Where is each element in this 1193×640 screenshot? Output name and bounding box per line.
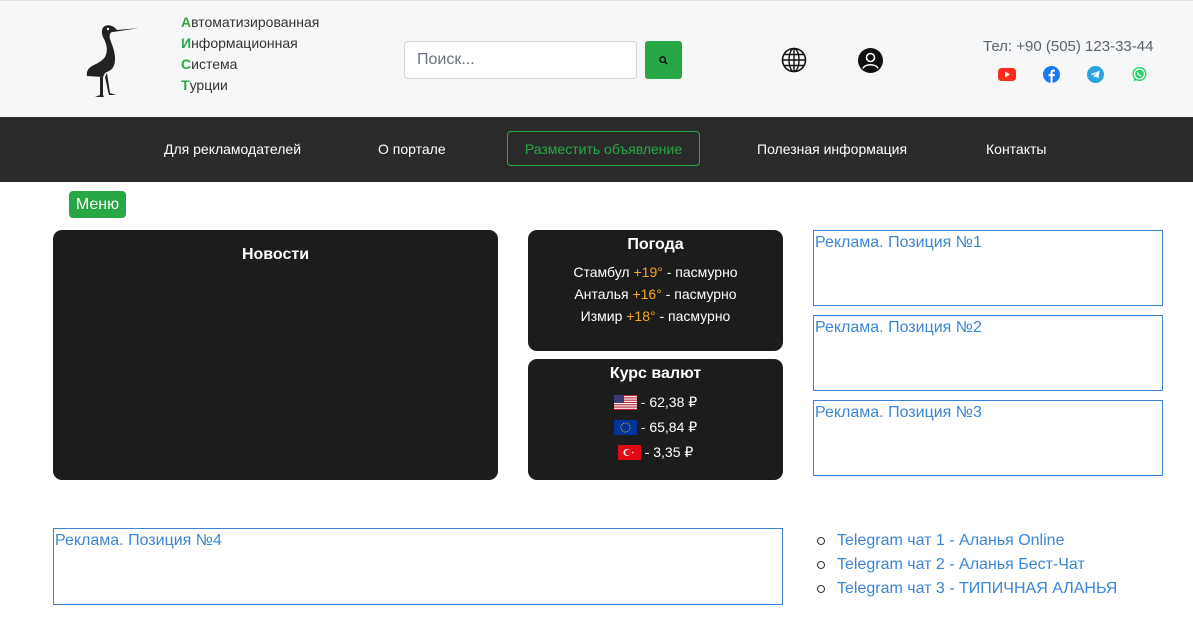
- whatsapp-icon: [1132, 66, 1146, 81]
- list-item: Telegram чат 2 - Аланья Бест-Чат: [817, 553, 1117, 577]
- ad-slot-2[interactable]: Реклама. Позиция №2: [813, 315, 1163, 391]
- currency-row-try: - 3,35 ₽: [528, 440, 783, 464]
- telegram-chat-link-2[interactable]: Telegram чат 2 - Аланья Бест-Чат: [837, 553, 1085, 577]
- search-icon: [659, 55, 668, 65]
- telegram-icon: [1086, 65, 1104, 83]
- site-header: Автоматизированная Информационная Систем…: [0, 0, 1193, 117]
- phone-number[interactable]: Тел: +90 (505) 123-33-44: [983, 38, 1153, 55]
- usa-flag-icon: [613, 394, 637, 410]
- weather-temp: +19°: [633, 264, 663, 280]
- stork-logo-icon[interactable]: [83, 21, 141, 99]
- weather-desc: - пасмурно: [659, 308, 731, 324]
- currency-value-usd: - 62,38 ₽: [640, 394, 698, 410]
- nav-useful-info[interactable]: Полезная информация: [757, 141, 907, 157]
- list-item: Telegram чат 3 - ТИПИЧНАЯ АЛАНЬЯ: [817, 577, 1117, 601]
- currency-row-usd: - 62,38 ₽: [528, 390, 783, 414]
- currency-panel: Курс валют - 62,38 ₽ - 65,84 ₽ - 3,35 ₽: [528, 359, 783, 480]
- telegram-chat-link-3[interactable]: Telegram чат 3 - ТИПИЧНАЯ АЛАНЬЯ: [837, 577, 1117, 601]
- telegram-links-list: Telegram чат 1 - Аланья Online Telegram …: [817, 529, 1117, 601]
- weather-city: Стамбул: [573, 264, 630, 280]
- title-line-4-initial: Т: [181, 77, 190, 93]
- weather-panel: Погода Стамбул +19° - пасмурно Анталья +…: [528, 230, 783, 351]
- bullet-icon: [817, 561, 825, 569]
- weather-row-izmir: Измир +18° - пасмурно: [528, 305, 783, 327]
- search-button[interactable]: [645, 41, 682, 79]
- ad-slot-4[interactable]: Реклама. Позиция №4: [53, 528, 783, 605]
- weather-city: Анталья: [574, 286, 629, 302]
- currency-value-eur: - 65,84 ₽: [640, 419, 698, 435]
- weather-desc: - пасмурно: [666, 264, 738, 280]
- user-account-icon[interactable]: [858, 48, 883, 73]
- telegram-link[interactable]: [1086, 65, 1104, 83]
- currency-value-try: - 3,35 ₽: [644, 444, 694, 460]
- youtube-link[interactable]: [998, 65, 1016, 83]
- weather-desc: - пасмурно: [665, 286, 737, 302]
- title-line-2: нформационная: [191, 35, 298, 51]
- facebook-icon: [1042, 65, 1060, 83]
- nav-about[interactable]: О портале: [378, 141, 446, 157]
- list-item: Telegram чат 1 - Аланья Online: [817, 529, 1117, 553]
- whatsapp-link[interactable]: [1130, 65, 1148, 83]
- site-title: Автоматизированная Информационная Систем…: [181, 12, 319, 96]
- globe-icon[interactable]: [781, 47, 807, 73]
- nav-advertisers[interactable]: Для рекламодателей: [164, 141, 301, 157]
- title-line-3-initial: С: [181, 56, 192, 72]
- ad-slot-3[interactable]: Реклама. Позиция №3: [813, 400, 1163, 476]
- weather-title: Погода: [627, 236, 684, 253]
- search-input[interactable]: Поиск...: [404, 41, 637, 79]
- title-line-2-initial: И: [181, 35, 192, 51]
- turkey-flag-icon: [617, 444, 641, 460]
- facebook-link[interactable]: [1042, 65, 1060, 83]
- title-line-1: втоматизированная: [191, 14, 320, 30]
- menu-button[interactable]: Меню: [69, 191, 126, 218]
- currency-row-eur: - 65,84 ₽: [528, 415, 783, 439]
- weather-temp: +18°: [626, 308, 656, 324]
- currency-title: Курс валют: [609, 365, 702, 382]
- bullet-icon: [817, 537, 825, 545]
- title-line-4: урции: [189, 77, 228, 93]
- weather-row-antalya: Анталья +16° - пасмурно: [528, 283, 783, 305]
- youtube-icon: [998, 67, 1016, 81]
- weather-city: Измир: [580, 308, 623, 324]
- nav-contacts[interactable]: Контакты: [986, 141, 1046, 157]
- post-ad-button[interactable]: Разместить объявление: [507, 131, 700, 166]
- telegram-chat-link-1[interactable]: Telegram чат 1 - Аланья Online: [837, 529, 1064, 553]
- main-nav: Для рекламодателей О портале Разместить …: [0, 117, 1193, 182]
- news-title: Новости: [241, 246, 310, 263]
- bullet-icon: [817, 585, 825, 593]
- news-panel: Новости: [53, 230, 498, 480]
- eu-flag-icon: [613, 419, 637, 435]
- title-line-3: истема: [191, 56, 238, 72]
- weather-row-istanbul: Стамбул +19° - пасмурно: [528, 261, 783, 283]
- weather-temp: +16°: [632, 286, 662, 302]
- ad-slot-1[interactable]: Реклама. Позиция №1: [813, 230, 1163, 306]
- title-line-1-initial: А: [181, 14, 192, 30]
